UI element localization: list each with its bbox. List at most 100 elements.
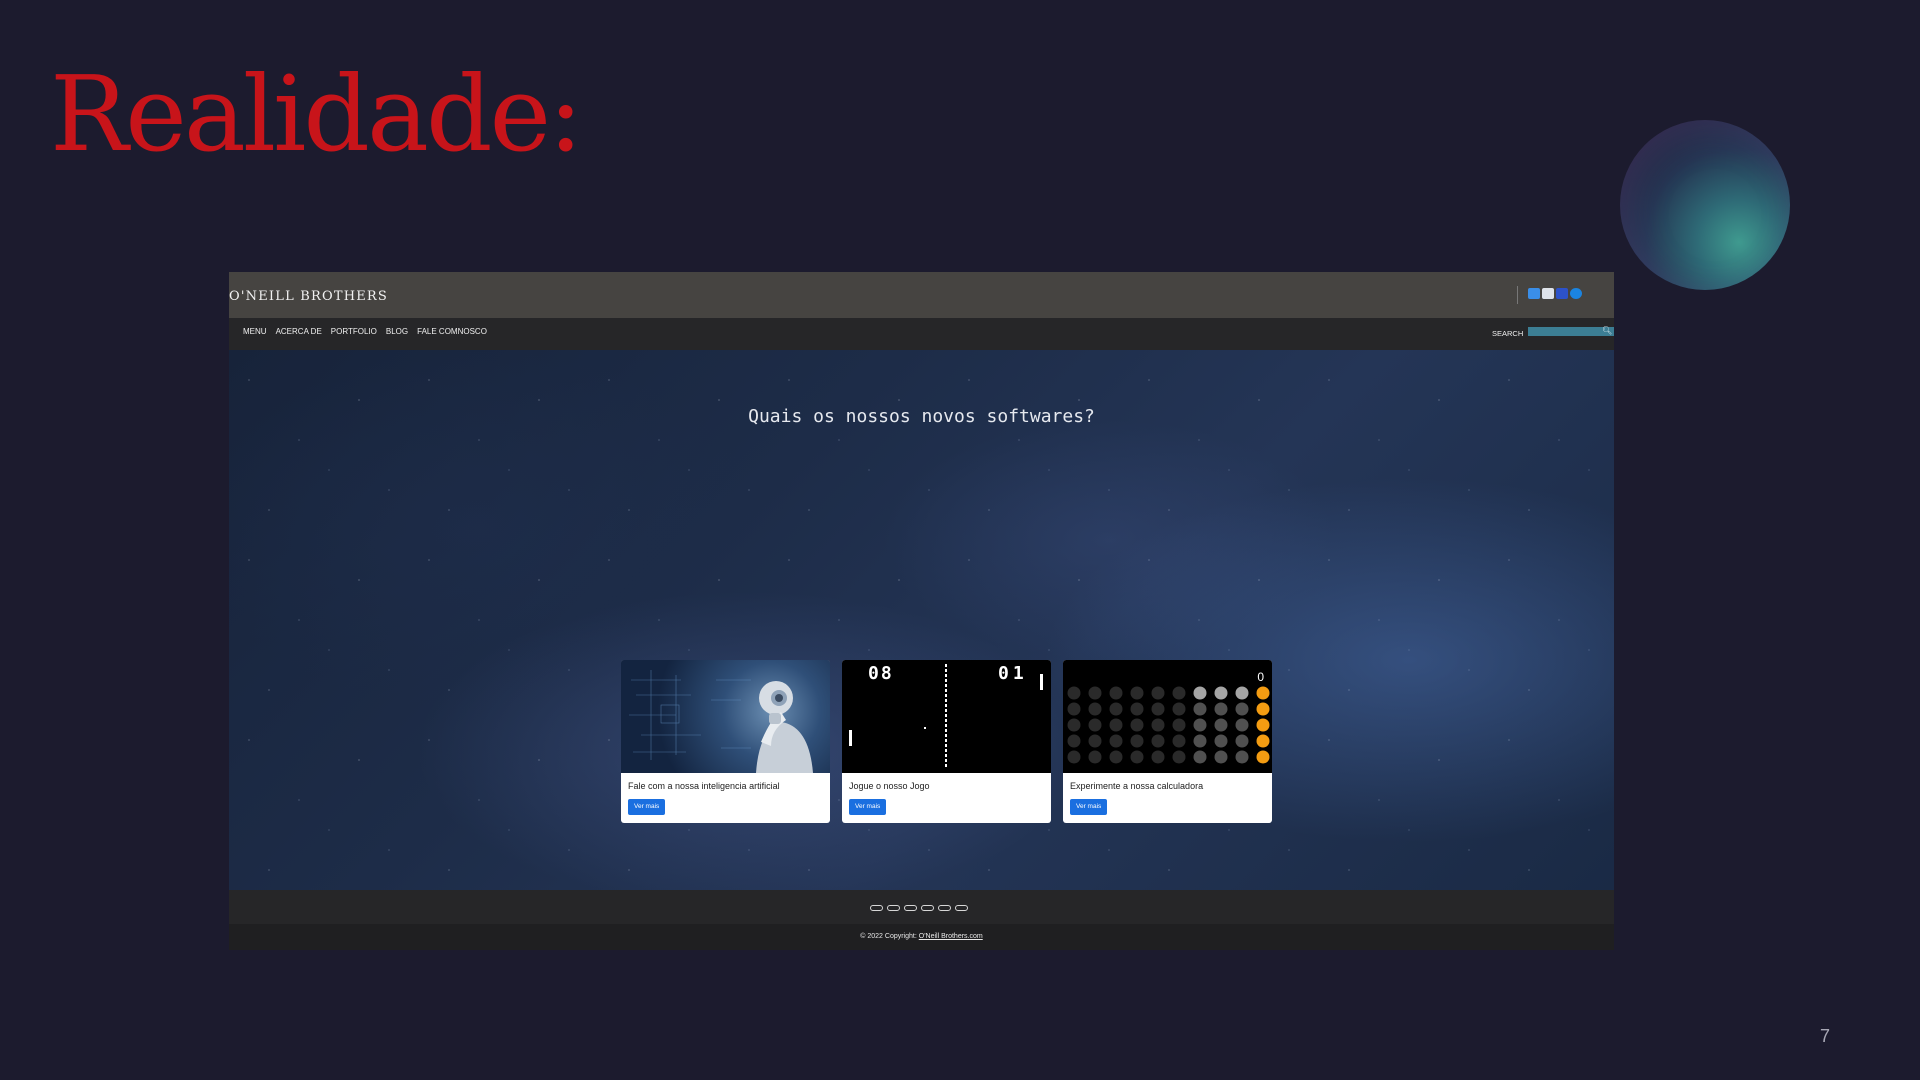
carousel-dot[interactable]	[904, 905, 917, 911]
calculator-key	[1172, 686, 1186, 700]
card-ai: Fale com a nossa inteligencia artificial…	[621, 660, 830, 823]
nav-item-menu[interactable]: MENU	[243, 327, 267, 336]
calculator-key	[1067, 702, 1081, 716]
calculator-key	[1109, 718, 1123, 732]
calculator-key	[1067, 750, 1081, 764]
calculator-key	[1172, 734, 1186, 748]
skype-icon[interactable]	[1570, 288, 1582, 299]
ver-mais-button-ai[interactable]: Ver mais	[628, 799, 666, 815]
calculator-key	[1151, 734, 1165, 748]
calculator-key	[1193, 702, 1207, 716]
pong-ball	[924, 727, 926, 729]
calculator-display: 0	[1257, 670, 1264, 684]
calculator-key	[1235, 686, 1249, 700]
card-calculator: 0 Experimente a nossa calculadora Ver ma…	[1063, 660, 1272, 823]
calculator-key	[1235, 750, 1249, 764]
delicious-icon[interactable]	[1528, 288, 1540, 299]
calculator-key	[1067, 686, 1081, 700]
pong-paddle-right	[1040, 674, 1043, 690]
calculator-key	[1193, 686, 1207, 700]
calculator-key	[1172, 750, 1186, 764]
card-text: Jogue o nosso Jogo	[849, 781, 930, 791]
calculator-key	[1151, 702, 1165, 716]
pong-score-right: 01	[998, 663, 1028, 684]
card-text: Fale com a nossa inteligencia artificial	[628, 781, 780, 791]
calculator-key	[1088, 686, 1102, 700]
calculator-key	[1256, 686, 1270, 700]
carousel-bar	[229, 890, 1614, 924]
nav-item-blog[interactable]: BLOG	[386, 327, 408, 336]
calculator-key	[1088, 734, 1102, 748]
carousel-dot[interactable]	[955, 905, 968, 911]
calculator-key	[1172, 718, 1186, 732]
calculator-key	[1214, 734, 1228, 748]
card-text: Experimente a nossa calculadora	[1070, 781, 1204, 791]
site-footer: © 2022 Copyright: O'Neill Brothers.com	[229, 924, 1614, 950]
flickr-icon[interactable]	[1556, 288, 1568, 299]
calculator-key	[1214, 686, 1228, 700]
calculator-key	[1088, 702, 1102, 716]
calculator-key	[1109, 686, 1123, 700]
pong-game-image: 08 01	[842, 660, 1051, 773]
card-game: 08 01 Jogue o nosso Jogo Ver mais	[842, 660, 1051, 823]
carousel-dot[interactable]	[870, 905, 883, 911]
decorative-orb	[1620, 120, 1790, 290]
copyright: © 2022 Copyright: O'Neill Brothers.com	[229, 933, 1614, 940]
calculator-key	[1130, 686, 1144, 700]
calculator-key	[1088, 718, 1102, 732]
social-icons	[1528, 288, 1582, 299]
nav-item-fale-comnosco[interactable]: FALE COMNOSCO	[417, 327, 487, 336]
calculator-key	[1235, 734, 1249, 748]
copyright-text: © 2022 Copyright:	[860, 933, 917, 940]
calculator-key	[1214, 702, 1228, 716]
nav-item-portfolio[interactable]: PORTFOLIO	[331, 327, 377, 336]
calculator-key	[1130, 718, 1144, 732]
calculator-image: 0	[1063, 660, 1272, 773]
calculator-key	[1067, 718, 1081, 732]
copyright-link[interactable]: O'Neill Brothers.com	[919, 933, 983, 940]
calculator-key	[1235, 718, 1249, 732]
slide-title: Realidade:	[50, 53, 583, 175]
mail-icon[interactable]	[1542, 288, 1554, 299]
hero-title: Quais os nossos novos softwares?	[748, 406, 1095, 427]
calculator-key	[1172, 702, 1186, 716]
calculator-key	[1193, 734, 1207, 748]
header-divider	[1517, 286, 1518, 304]
page-number: 7	[1820, 1026, 1831, 1046]
nav-menu: MENU ACERCA DE PORTFOLIO BLOG FALE COMNO…	[243, 327, 487, 336]
pong-paddle-left	[849, 730, 852, 746]
robot-thinking-image	[621, 660, 830, 773]
calculator-key	[1151, 750, 1165, 764]
calculator-key	[1256, 718, 1270, 732]
website-screenshot: O'NEILL BROTHERS MENU ACERCA DE PORTFOLI…	[229, 272, 1614, 950]
calculator-key	[1256, 750, 1270, 764]
hero-section: Quais os nossos novos softwares? Fale co…	[229, 350, 1614, 890]
carousel-dot[interactable]	[938, 905, 951, 911]
calculator-key	[1193, 718, 1207, 732]
ver-mais-button-game[interactable]: Ver mais	[849, 799, 887, 815]
calculator-key	[1151, 686, 1165, 700]
carousel-dot[interactable]	[921, 905, 934, 911]
calculator-key	[1109, 702, 1123, 716]
magnifier-icon[interactable]: 🔍︎	[1602, 326, 1612, 335]
calculator-key	[1235, 702, 1249, 716]
calculator-key	[1067, 734, 1081, 748]
search-label: SEARCH	[1492, 329, 1524, 338]
brand-logo[interactable]: O'NEILL BROTHERS	[229, 289, 388, 304]
calculator-key	[1214, 718, 1228, 732]
carousel-dot[interactable]	[887, 905, 900, 911]
site-nav: MENU ACERCA DE PORTFOLIO BLOG FALE COMNO…	[229, 318, 1614, 350]
calculator-key	[1256, 734, 1270, 748]
calculator-key	[1214, 750, 1228, 764]
calculator-key	[1193, 750, 1207, 764]
calculator-key	[1256, 702, 1270, 716]
calculator-key	[1151, 718, 1165, 732]
nav-item-acerca-de[interactable]: ACERCA DE	[276, 327, 322, 336]
calculator-keypad	[1067, 686, 1270, 764]
calculator-key	[1130, 702, 1144, 716]
site-header: O'NEILL BROTHERS	[229, 272, 1614, 318]
ver-mais-button-calculator[interactable]: Ver mais	[1070, 799, 1108, 815]
calculator-key	[1088, 750, 1102, 764]
calculator-key	[1130, 734, 1144, 748]
calculator-key	[1130, 750, 1144, 764]
